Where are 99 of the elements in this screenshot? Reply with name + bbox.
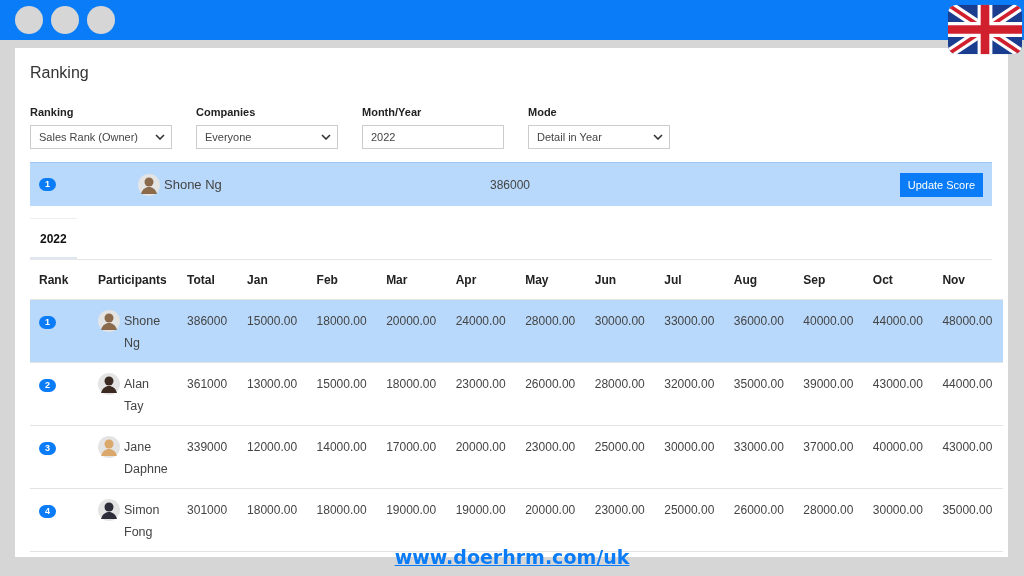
rank-badge: 2 <box>39 379 56 392</box>
table-cell: 13000.00 <box>247 377 298 391</box>
table-cell: 32000.00 <box>664 377 715 391</box>
table-cell: 24000.00 <box>455 314 506 328</box>
column-header: Jul <box>655 260 725 300</box>
update-score-button[interactable]: Update Score <box>899 172 983 197</box>
table-cell: 39000.00 <box>803 377 854 391</box>
avatar-icon <box>138 173 160 196</box>
dropdown[interactable]: Sales Rank (Owner) <box>30 125 172 149</box>
table-cell: 15000.00 <box>247 314 298 328</box>
column-header: Jun <box>585 260 656 300</box>
flag-icon[interactable] <box>948 2 1022 57</box>
table-cell: 20000.00 <box>525 503 576 517</box>
column-header: Apr <box>446 260 517 300</box>
table-cell: 20000.00 <box>386 314 437 328</box>
participant-name: Jane Daphne <box>124 439 169 478</box>
page-title: Ranking <box>30 64 90 82</box>
table-cell: 18000.00 <box>247 503 298 517</box>
year-field[interactable]: 2022 <box>362 125 504 149</box>
avatar-icon <box>98 436 120 458</box>
table-cell: 43000.00 <box>942 440 993 454</box>
dropdown[interactable]: Everyone <box>196 125 338 149</box>
column-header: May <box>516 260 586 300</box>
window-dot[interactable] <box>51 6 79 34</box>
participant-name: Shone Ng <box>124 313 162 352</box>
table-cell: 43000.00 <box>872 377 923 391</box>
table-cell: 28000.00 <box>803 503 854 517</box>
table-cell: 386000 <box>187 314 228 328</box>
column-header: Feb <box>307 260 378 300</box>
chevron-icon <box>155 134 165 140</box>
column-header: Rank <box>30 260 89 300</box>
participant-name: Alan Tay <box>124 376 151 415</box>
filter-label: Mode <box>528 106 557 118</box>
table-cell: 18000.00 <box>316 503 367 517</box>
rank-badge: 4 <box>39 505 56 518</box>
column-header: Sep <box>794 260 864 300</box>
table-cell: 48000.00 <box>942 314 993 328</box>
table-cell: 301000 <box>187 503 228 517</box>
table-cell: 15000.00 <box>316 377 367 391</box>
column-header: Total <box>178 260 239 300</box>
table-row[interactable]: 1 Shone Ng 386000 15000.00 18000.00 20000.00 24000.00 28000.00 30000.00 33000.00 36000.00 40000.00 44000.00 48000.00 <box>30 299 1003 363</box>
table-cell: 35000.00 <box>733 377 784 391</box>
participant-name: Simon Fong <box>124 502 161 541</box>
avatar-icon <box>98 310 120 332</box>
table-cell: 30000.00 <box>594 314 645 328</box>
avatar-icon <box>98 373 120 395</box>
table-cell: 28000.00 <box>594 377 645 391</box>
table-cell: 37000.00 <box>803 440 854 454</box>
table-cell: 339000 <box>187 440 228 454</box>
table-cell: 25000.00 <box>664 503 715 517</box>
table-cell: 14000.00 <box>316 440 367 454</box>
table-cell: 19000.00 <box>386 503 437 517</box>
table-cell: 33000.00 <box>733 440 784 454</box>
chevron-icon <box>653 134 663 140</box>
dropdown[interactable]: Detail in Year <box>528 125 670 149</box>
table-cell: 19000.00 <box>455 503 506 517</box>
rank-badge: 1 <box>39 316 56 329</box>
filter-label: Ranking <box>30 106 74 118</box>
table-cell: 44000.00 <box>942 377 993 391</box>
table-cell: 35000.00 <box>942 503 993 517</box>
rank-badge: 3 <box>39 442 56 455</box>
filter-label: Month/Year <box>362 106 422 118</box>
filter-label: Companies <box>196 106 256 118</box>
table-cell: 44000.00 <box>872 314 923 328</box>
participant-name: Shone Ng <box>164 177 222 192</box>
table-cell: 18000.00 <box>386 377 437 391</box>
table-cell: 18000.00 <box>316 314 367 328</box>
table-cell: 30000.00 <box>872 503 923 517</box>
column-header: Mar <box>377 260 447 300</box>
table-row[interactable]: 2 Alan Tay 361000 13000.00 15000.00 18000.00 23000.00 26000.00 28000.00 32000.00 35000.00 39000.00 43000.00 44000.00 <box>30 362 1003 426</box>
table-cell: 30000.00 <box>664 440 715 454</box>
table-cell: 12000.00 <box>247 440 298 454</box>
table-cell: 28000.00 <box>525 314 576 328</box>
table-cell: 33000.00 <box>664 314 715 328</box>
window-dot[interactable] <box>15 6 43 34</box>
column-header: Oct <box>863 260 934 300</box>
table-cell: 25000.00 <box>594 440 645 454</box>
column-header: Nov <box>933 260 1003 300</box>
year-tab[interactable]: 2022 <box>30 218 77 259</box>
column-header: Aug <box>724 260 795 300</box>
table-cell: 20000.00 <box>455 440 506 454</box>
table-cell: 26000.00 <box>525 377 576 391</box>
window-dot[interactable] <box>87 6 115 34</box>
table-row[interactable]: 3 Jane Daphne 339000 12000.00 14000.00 17000.00 20000.00 23000.00 25000.00 30000.00 33000.00 37000.00 40000.00 43000.00 <box>30 425 1003 489</box>
column-header: Participants <box>89 260 179 300</box>
table-cell: 40000.00 <box>872 440 923 454</box>
total-score: 386000 <box>490 177 531 192</box>
column-header: Jan <box>238 260 308 300</box>
avatar-icon <box>98 499 120 521</box>
table-cell: 17000.00 <box>386 440 437 454</box>
rank-badge: 1 <box>39 178 56 191</box>
table-cell: 23000.00 <box>455 377 506 391</box>
table-cell: 26000.00 <box>733 503 784 517</box>
table-cell: 36000.00 <box>733 314 784 328</box>
table-cell: 23000.00 <box>594 503 645 517</box>
chevron-icon <box>321 134 331 140</box>
table-cell: 23000.00 <box>525 440 576 454</box>
table-cell: 361000 <box>187 377 228 391</box>
table-cell: 40000.00 <box>803 314 854 328</box>
